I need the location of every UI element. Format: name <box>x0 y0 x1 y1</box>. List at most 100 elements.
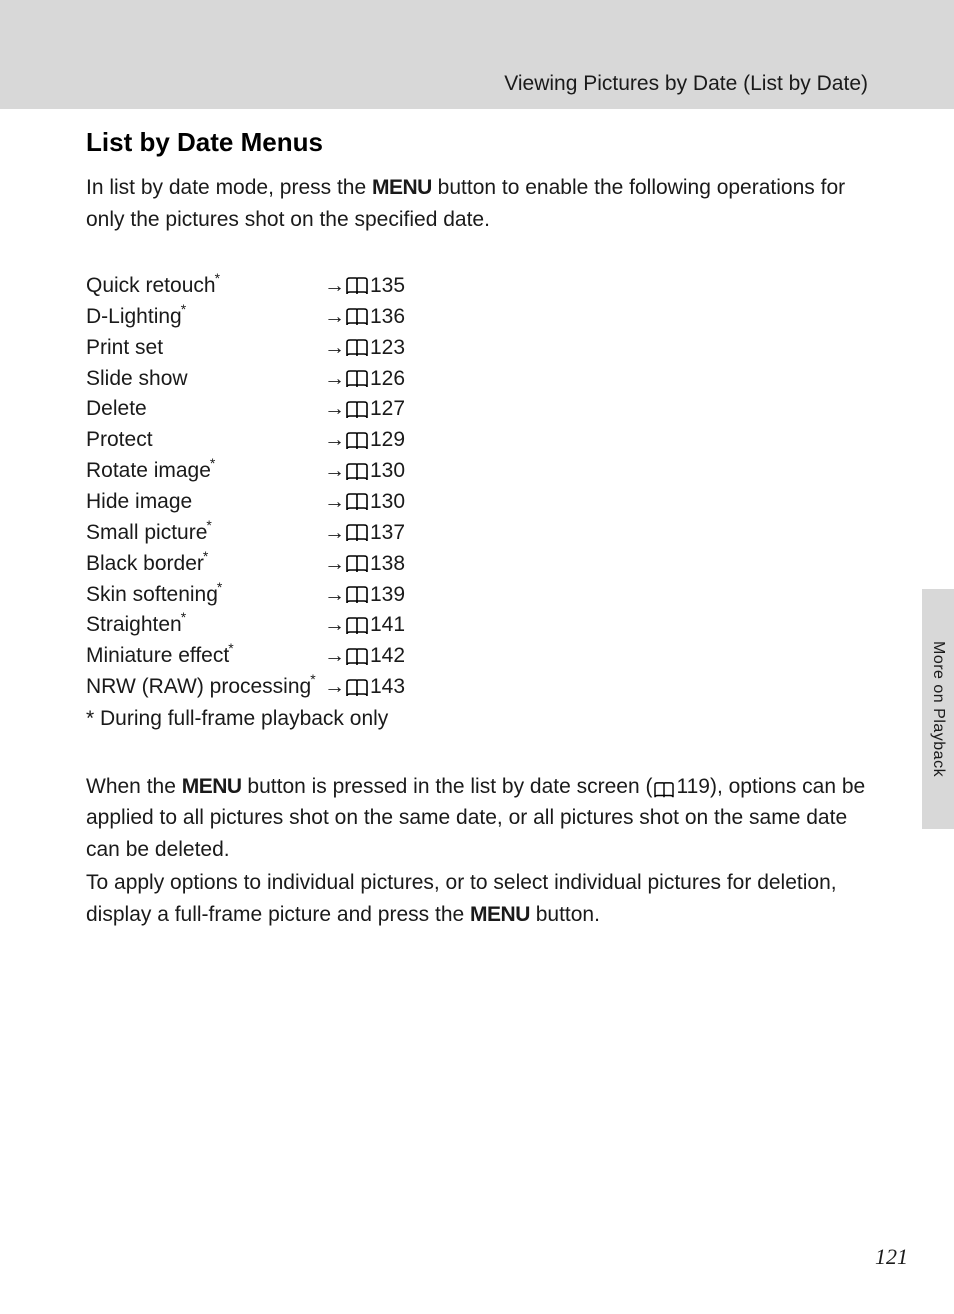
option-row: Rotate image*→130 <box>86 456 868 487</box>
options-list: Quick retouch*→135D-Lighting*→136Print s… <box>86 271 868 735</box>
book-icon <box>345 554 369 574</box>
page-ref: 126 <box>370 364 405 395</box>
arrow-icon: → <box>324 487 345 518</box>
page-content: List by Date Menus In list by date mode,… <box>0 109 954 1314</box>
option-ref: → 129 <box>324 425 405 456</box>
menu-word: MENU <box>470 903 530 926</box>
option-ref: → 138 <box>324 549 405 580</box>
arrow-icon: → <box>324 610 345 641</box>
option-row: Miniature effect*→142 <box>86 641 868 672</box>
arrow-icon: → <box>324 425 345 456</box>
para1-p1: When the <box>86 775 182 798</box>
book-icon <box>653 778 675 796</box>
option-label-cell: Miniature effect* <box>86 641 324 672</box>
asterisk: * <box>181 609 186 625</box>
option-ref: →139 <box>324 580 405 611</box>
breadcrumb: Viewing Pictures by Date (List by Date) <box>0 0 954 96</box>
menu-word: MENU <box>182 775 242 798</box>
option-label-cell: NRW (RAW) processing* <box>86 672 324 703</box>
arrow-icon: → <box>324 271 345 302</box>
asterisk: * <box>181 301 186 317</box>
page-number: 121 <box>875 1244 908 1270</box>
paragraph-2: To apply options to individual pictures,… <box>86 867 868 930</box>
option-row: D-Lighting*→136 <box>86 302 868 333</box>
intro-text: In list by date mode, press the MENU but… <box>86 172 868 235</box>
option-ref: →130 <box>324 487 405 518</box>
option-label-cell: Skin softening* <box>86 580 324 611</box>
option-label-cell: Small picture* <box>86 518 324 549</box>
option-ref: → 137 <box>324 518 405 549</box>
option-label-cell: Black border* <box>86 549 324 580</box>
option-ref: → 123 <box>324 333 405 364</box>
menu-word: MENU <box>372 176 432 199</box>
option-label: NRW (RAW) processing <box>86 675 311 698</box>
option-label: Quick retouch <box>86 274 216 297</box>
side-tab-text: More on Playback <box>929 641 947 777</box>
option-row: Straighten*→141 <box>86 610 868 641</box>
asterisk: * <box>217 579 222 595</box>
option-row: Protect → 129 <box>86 425 868 456</box>
page-ref: 127 <box>370 394 405 425</box>
arrow-icon: → <box>324 456 345 487</box>
book-icon <box>345 647 369 667</box>
option-label-cell: Print set <box>86 333 324 364</box>
asterisk: * <box>310 671 315 687</box>
option-ref: →126 <box>324 364 405 395</box>
book-icon <box>345 492 369 512</box>
page-ref: 141 <box>370 610 405 641</box>
option-label: Slide show <box>86 367 188 390</box>
book-icon <box>345 616 369 636</box>
option-row: Black border*→138 <box>86 549 868 580</box>
option-label-cell: D-Lighting* <box>86 302 324 333</box>
para2-p1: To apply options to individual pictures,… <box>86 871 837 926</box>
option-label: D-Lighting <box>86 305 182 328</box>
arrow-icon: → <box>324 549 345 580</box>
book-icon <box>345 338 369 358</box>
para2-p2: button. <box>530 903 600 926</box>
arrow-icon: → <box>324 672 345 703</box>
page-ref: 138 <box>370 549 405 580</box>
option-label-cell: Delete <box>86 394 324 425</box>
asterisk: * <box>210 455 215 471</box>
page-ref: 135 <box>370 271 405 302</box>
option-label: Skin softening <box>86 583 218 606</box>
option-ref: → 135 <box>324 271 405 302</box>
asterisk: * <box>203 548 208 564</box>
option-label-cell: Straighten* <box>86 610 324 641</box>
page-ref: 137 <box>370 518 405 549</box>
option-label-cell: Slide show <box>86 364 324 395</box>
arrow-icon: → <box>324 333 345 364</box>
option-row: Hide image→130 <box>86 487 868 518</box>
option-label: Delete <box>86 397 147 420</box>
option-row: Small picture*→137 <box>86 518 868 549</box>
arrow-icon: → <box>324 580 345 611</box>
page-ref: 123 <box>370 333 405 364</box>
option-ref: → 141 <box>324 610 405 641</box>
option-label-cell: Hide image <box>86 487 324 518</box>
book-icon <box>345 276 369 296</box>
option-row: Print set→ 123 <box>86 333 868 364</box>
option-label: Straighten <box>86 613 182 636</box>
book-icon <box>345 307 369 327</box>
arrow-icon: → <box>324 394 345 425</box>
paragraph-1: When the MENU button is pressed in the l… <box>86 771 868 866</box>
page-ref: 143 <box>370 672 405 703</box>
option-label: Small picture <box>86 521 207 544</box>
option-label: Black border <box>86 552 204 575</box>
option-label: Rotate image <box>86 459 211 482</box>
option-ref: → 127 <box>324 394 405 425</box>
page-ref: 129 <box>370 425 405 456</box>
option-ref: → 143 <box>324 672 405 703</box>
option-row: Skin softening*→139 <box>86 580 868 611</box>
book-icon <box>345 585 369 605</box>
para1-ref: 119 <box>676 775 709 798</box>
book-icon <box>345 523 369 543</box>
page-ref: 142 <box>370 641 405 672</box>
book-icon <box>345 431 369 451</box>
book-icon <box>345 400 369 420</box>
asterisk: * <box>206 517 211 533</box>
footnote: * During full-frame playback only <box>86 703 868 735</box>
arrow-icon: → <box>324 518 345 549</box>
option-label: Protect <box>86 428 153 451</box>
arrow-icon: → <box>324 302 345 333</box>
